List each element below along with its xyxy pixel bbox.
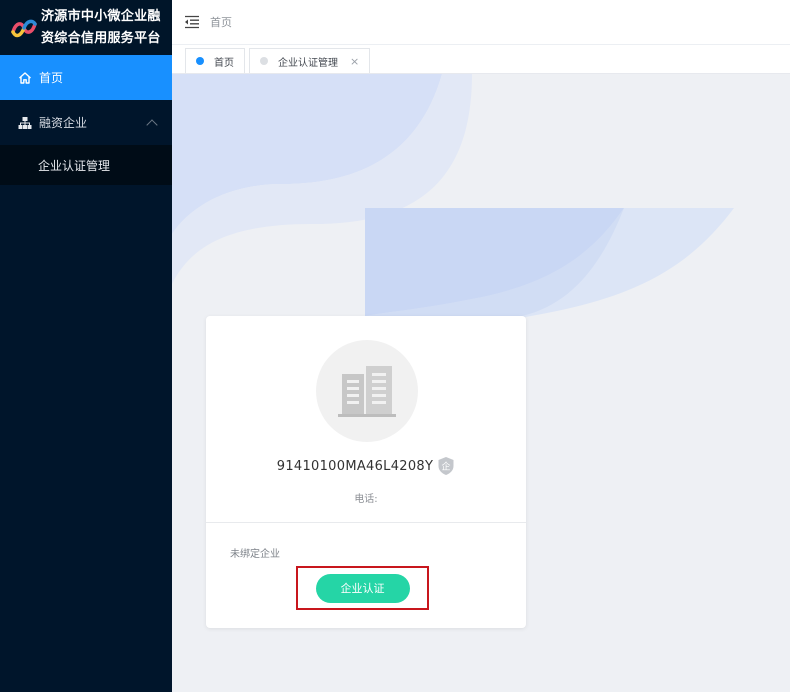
tab-bar: 首页 企业认证管理 × [172, 45, 790, 74]
enterprise-avatar [316, 340, 418, 442]
sidebar-item-label: 首页 [39, 71, 64, 85]
breadcrumb[interactable]: 首页 [210, 14, 232, 30]
top-header: 首页 [172, 0, 790, 45]
submenu: 企业认证管理 [0, 145, 172, 185]
enterprise-cert-button[interactable]: 企业认证 [315, 573, 410, 603]
tab-label: 首页 [214, 57, 234, 69]
sidebar-item-financing-enterprise[interactable]: 融资企业 [0, 100, 172, 145]
tab-label: 企业认证管理 [278, 57, 338, 69]
enterprise-card: 91410100MA46L4208Y 企 电话: 未绑定企业 企业认证 [206, 316, 526, 628]
sidebar-item-label: 企业认证管理 [38, 158, 111, 173]
credit-code: 91410100MA46L4208Y [276, 458, 434, 474]
tab-enterprise-cert[interactable]: 企业认证管理 × [249, 48, 371, 73]
sidebar: 济源市中小微企业融 资综合信用服务平台 首页 融资企业 企业认证管理 [0, 0, 172, 692]
phone-label: 电话: [354, 494, 378, 505]
card-divider [206, 522, 526, 523]
highlight-box: 企业认证 [296, 566, 429, 610]
sidebar-item-label: 融资企业 [39, 116, 88, 130]
brand: 济源市中小微企业融 资综合信用服务平台 [0, 0, 172, 55]
building-icon [338, 366, 396, 417]
tab-active-dot-icon [196, 57, 204, 65]
binding-status: 未绑定企业 [230, 549, 280, 560]
sidebar-item-home[interactable]: 首页 [0, 55, 172, 100]
enterprise-badge-icon: 企 [438, 457, 454, 475]
sidebar-item-enterprise-cert[interactable]: 企业认证管理 [0, 145, 172, 185]
sitemap-icon [18, 116, 32, 129]
platform-title: 济源市中小微企业融 资综合信用服务平台 [41, 8, 161, 46]
logo-icon [11, 19, 37, 37]
tab-inactive-dot-icon [260, 57, 268, 65]
main-content: 91410100MA46L4208Y 企 电话: 未绑定企业 企业认证 [172, 74, 790, 692]
badge-text: 企 [442, 461, 451, 473]
close-icon[interactable]: × [350, 55, 359, 68]
chevron-up-icon [146, 118, 158, 131]
tab-home[interactable]: 首页 [185, 48, 245, 73]
home-icon [19, 71, 31, 84]
menu-fold-icon[interactable] [184, 15, 200, 29]
credit-code-row: 91410100MA46L4208Y 企 [206, 456, 526, 476]
